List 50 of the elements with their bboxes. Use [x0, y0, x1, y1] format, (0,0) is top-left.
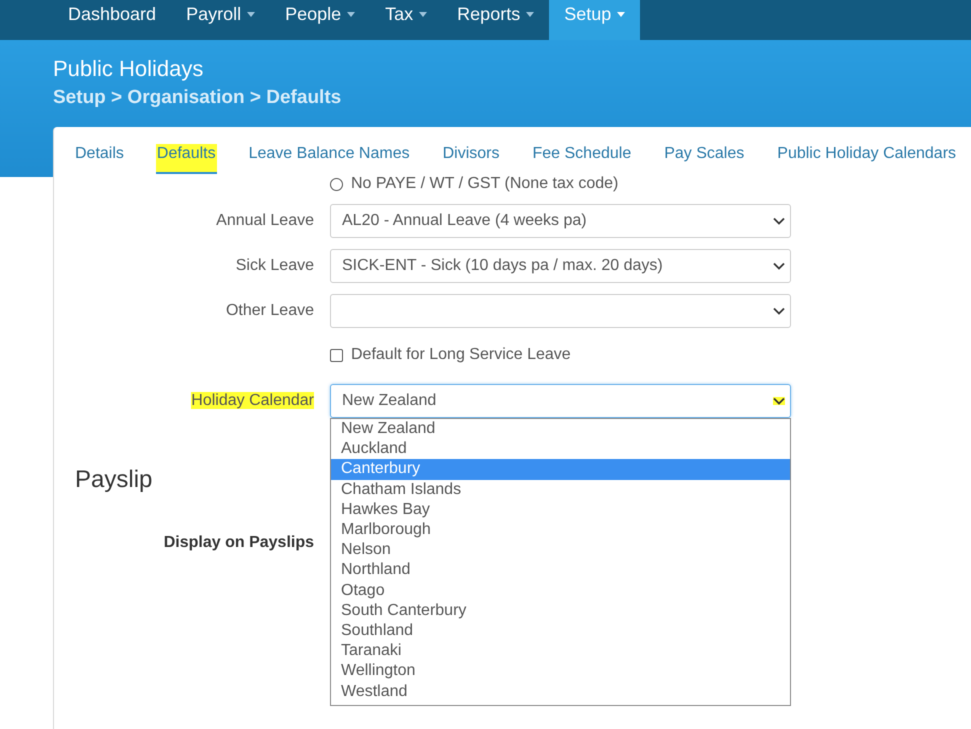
chevron-icon — [773, 307, 785, 315]
nav-item[interactable]: Dashboard — [53, 0, 172, 40]
dropdown-option[interactable]: Nelson — [331, 540, 790, 560]
chevron-icon — [773, 397, 785, 405]
caret-icon — [419, 12, 428, 16]
tab[interactable]: Defaults — [156, 144, 217, 174]
dropdown-option[interactable]: Otago — [331, 580, 790, 601]
chevron-icon — [773, 262, 785, 270]
checkbox[interactable] — [330, 348, 343, 362]
nav-item[interactable]: Tax — [370, 0, 442, 40]
dropdown-option[interactable]: Wellington — [331, 661, 790, 682]
nav-item[interactable]: Reports — [442, 0, 550, 40]
dropdown-option[interactable]: Auckland — [331, 439, 790, 460]
dropdown-option[interactable]: Southland — [331, 621, 790, 642]
field-label: Annual Leave — [216, 212, 314, 229]
tab[interactable]: Leave Balance Names — [248, 144, 411, 174]
dropdown-option[interactable]: Hawkes Bay — [331, 500, 790, 520]
field-label: Other Leave — [226, 302, 314, 319]
caret-icon — [247, 12, 256, 16]
chevron-icon — [773, 217, 785, 225]
tab[interactable]: Fee Schedule — [531, 144, 632, 174]
nav-item[interactable]: People — [270, 0, 370, 40]
checkbox-label: Default for Long Service Leave — [351, 346, 571, 364]
caret-icon — [617, 12, 626, 16]
caret-icon — [526, 12, 534, 16]
caret-icon — [347, 12, 356, 16]
dropdown-option[interactable]: Chatham Islands — [331, 480, 790, 500]
dropdown-field[interactable]: AL20 - Annual Leave (4 weeks pa) — [330, 204, 791, 238]
section-heading: Payslip — [75, 466, 152, 494]
field-label: Sick Leave — [236, 257, 314, 274]
dropdown-option[interactable]: Northland — [331, 560, 790, 581]
dropdown-field[interactable]: New Zealand — [330, 384, 791, 418]
dropdown-field[interactable]: SICK-ENT - Sick (10 days pa / max. 20 days) — [330, 249, 791, 283]
dropdown-field[interactable] — [330, 294, 791, 328]
radio-button[interactable] — [330, 178, 343, 190]
dropdown-option[interactable]: New Zealand — [331, 419, 790, 440]
tab[interactable]: Details — [74, 144, 125, 174]
nav-item[interactable]: Payroll — [171, 0, 270, 40]
dropdown-option[interactable]: Marlborough — [331, 520, 790, 540]
page-title: Public Holidays — [53, 56, 204, 82]
radio-label: No PAYE / WT / GST (None tax code) — [351, 175, 618, 193]
dropdown-option[interactable]: South Canterbury — [331, 600, 790, 622]
field-label: Holiday Calendar — [191, 392, 314, 409]
breadcrumb: Setup > Organisation > Defaults — [53, 87, 342, 109]
dropdown-option[interactable]: Westland — [331, 682, 790, 702]
tab[interactable]: Public Holiday Calendars — [776, 144, 958, 174]
dropdown-option[interactable]: Taranaki — [331, 641, 790, 662]
field-label: Display on Payslips — [164, 534, 314, 551]
tab[interactable]: Pay Scales — [663, 144, 746, 174]
tab[interactable]: Divisors — [442, 144, 500, 174]
